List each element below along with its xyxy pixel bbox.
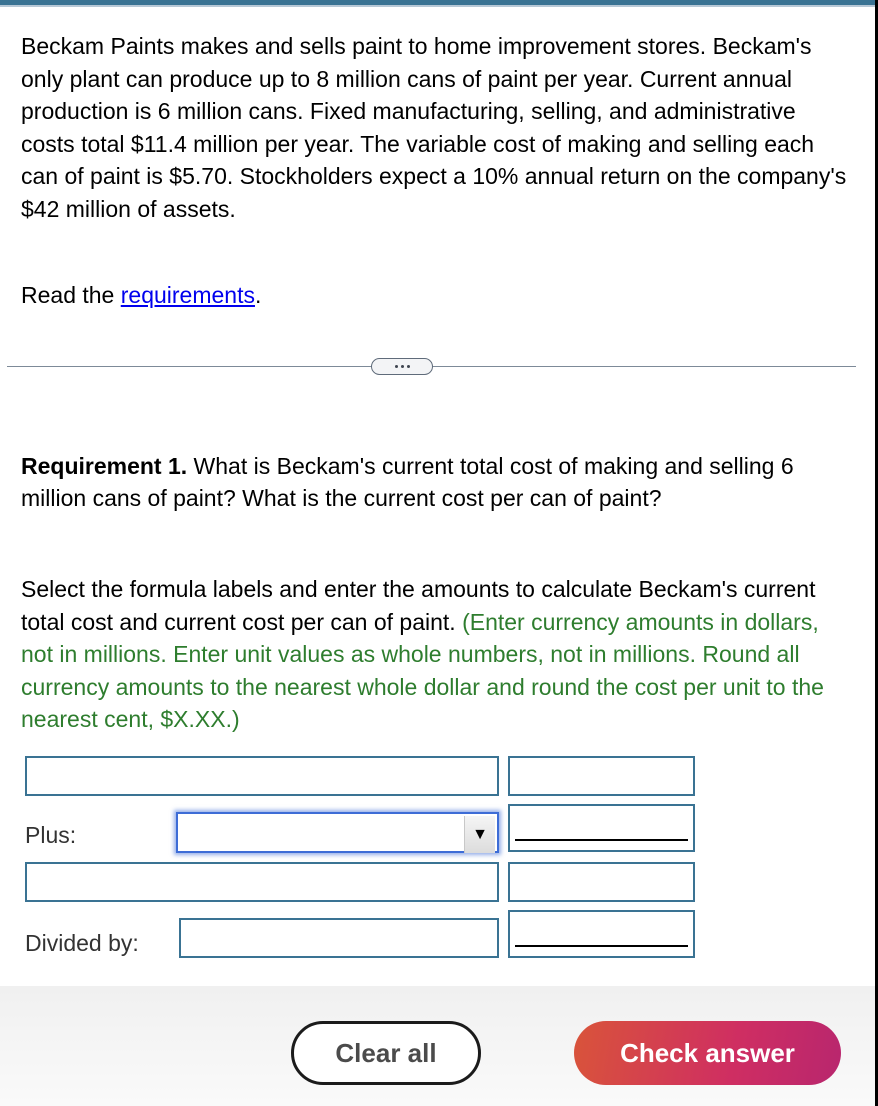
amount-input-2[interactable] — [508, 804, 695, 852]
expand-divider-button[interactable] — [371, 358, 433, 375]
formula-label-input-1[interactable] — [25, 756, 499, 796]
requirements-link[interactable]: requirements — [121, 282, 255, 308]
result-underline — [515, 945, 688, 947]
formula-label-input-4[interactable] — [179, 918, 499, 958]
divided-by-label: Divided by: — [25, 930, 139, 956]
problem-statement: Beckam Paints makes and sells paint to h… — [21, 33, 847, 222]
read-prefix: Read the — [21, 282, 121, 308]
requirement-label: Requirement 1. — [21, 453, 188, 479]
check-answer-button[interactable]: Check answer — [574, 1021, 841, 1085]
more-dots-icon — [400, 365, 404, 368]
read-suffix: . — [254, 282, 262, 308]
more-dots-icon — [394, 365, 398, 368]
read-requirements: Read the requirements. — [21, 279, 261, 311]
clear-all-button[interactable]: Clear all — [291, 1021, 481, 1085]
more-dots-icon — [406, 365, 410, 368]
sum-underline — [515, 839, 688, 841]
amount-input-1[interactable] — [508, 756, 695, 796]
requirement-question: Requirement 1. What is Beckam's current … — [21, 450, 811, 514]
dropdown-arrow-icon[interactable]: ▼ — [464, 816, 495, 853]
amount-input-3[interactable] — [508, 862, 695, 902]
top-accent-shadow — [0, 5, 878, 7]
amount-input-4[interactable] — [508, 910, 695, 958]
plus-label: Plus: — [25, 822, 77, 848]
formula-label-input-3[interactable] — [25, 862, 499, 902]
instructions: Select the formula labels and enter the … — [21, 573, 851, 736]
formula-label-select-2[interactable]: ▼ — [176, 812, 499, 853]
